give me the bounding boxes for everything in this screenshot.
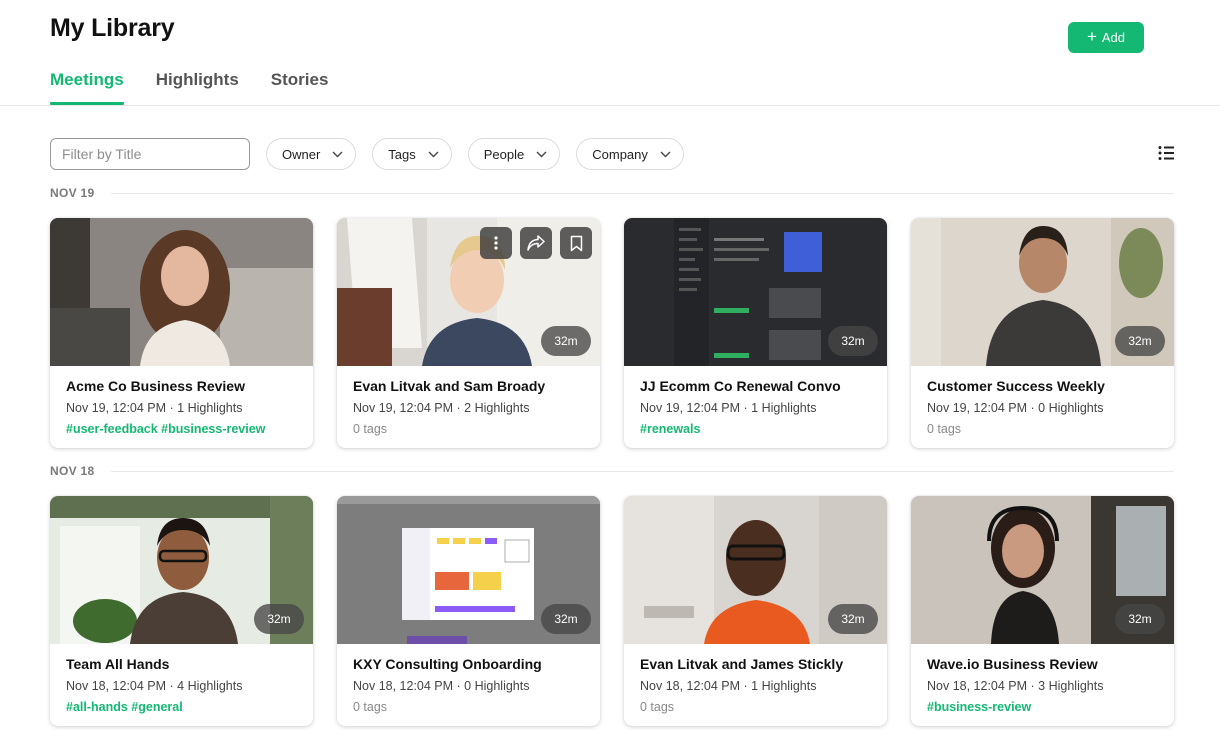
tab-meetings[interactable]: Meetings	[50, 70, 124, 105]
tags-dropdown[interactable]: Tags	[372, 138, 452, 170]
date-group-header: NOV 18	[50, 464, 1174, 478]
meeting-meta: Nov 19, 12:04 PM · 1 Highlights	[640, 401, 817, 415]
meeting-title: JJ Ecomm Co Renewal Convo	[640, 378, 841, 394]
plus-icon: +	[1086, 27, 1097, 46]
meeting-thumbnail: 32m	[911, 218, 1174, 366]
meeting-card[interactable]: 32m JJ Ecomm Co Renewal Convo Nov 19, 12…	[624, 218, 887, 448]
meeting-title: Evan Litvak and James Stickly	[640, 656, 844, 672]
page-title: My Library	[50, 14, 175, 42]
date-group-label: NOV 19	[50, 186, 95, 200]
meeting-tags: 0 tags	[353, 700, 388, 714]
meeting-title: Evan Litvak and Sam Broady	[353, 378, 546, 394]
add-button-label: Add	[1101, 30, 1126, 45]
date-group-header: NOV 19	[50, 186, 1174, 200]
meeting-title: Acme Co Business Review	[66, 378, 245, 394]
meeting-thumbnail: 32m	[337, 496, 600, 644]
people-dropdown-label: People	[483, 146, 525, 162]
meeting-meta: Nov 18, 12:04 PM · 4 Highlights	[66, 679, 243, 693]
list-view-icon[interactable]	[1158, 145, 1174, 161]
add-button[interactable]: + Add	[1068, 22, 1144, 53]
duration-badge: 32m	[541, 604, 591, 634]
people-dropdown[interactable]: People	[467, 138, 561, 170]
owner-dropdown[interactable]: Owner	[266, 138, 357, 170]
meeting-tags: 0 tags	[640, 700, 675, 714]
meeting-thumbnail: 32m	[624, 496, 887, 644]
tab-stories[interactable]: Stories	[271, 70, 329, 102]
meeting-thumbnail: 32m	[911, 496, 1174, 644]
date-group-label: NOV 18	[50, 464, 95, 478]
meeting-title: Team All Hands	[66, 656, 170, 672]
duration-badge: 32m	[828, 326, 878, 356]
meeting-tags[interactable]: #user-feedback #business-review	[66, 422, 297, 436]
share-button[interactable]	[520, 227, 552, 259]
filter-bar: Owner Tags People Company	[50, 138, 1174, 170]
meeting-card[interactable]: 32m Evan Litvak and James Stickly Nov 18…	[624, 496, 887, 726]
meeting-thumbnail: 32m	[337, 218, 600, 366]
meeting-meta: Nov 18, 12:04 PM · 1 Highlights	[640, 679, 817, 693]
more-vertical-icon	[494, 236, 498, 250]
duration-badge: 32m	[1115, 326, 1165, 356]
more-options-button[interactable]	[480, 227, 512, 259]
meeting-title: Customer Success Weekly	[927, 378, 1105, 394]
library-tabs: Meetings Highlights Stories	[50, 70, 329, 105]
meeting-meta: Nov 18, 12:04 PM · 0 Highlights	[353, 679, 530, 693]
meeting-meta: Nov 19, 12:04 PM · 2 Highlights	[353, 401, 530, 415]
meeting-card[interactable]: 32m Customer Success Weekly Nov 19, 12:0…	[911, 218, 1174, 448]
meeting-card[interactable]: 32m Evan Litvak and Sam Broady Nov 19, 1…	[337, 218, 600, 448]
tab-highlights[interactable]: Highlights	[156, 70, 239, 102]
company-dropdown-label: Company	[592, 146, 648, 162]
meeting-meta: Nov 18, 12:04 PM · 3 Highlights	[927, 679, 1104, 693]
meeting-title: Wave.io Business Review	[927, 656, 1098, 672]
share-icon	[527, 235, 545, 251]
filter-by-title-input[interactable]	[50, 138, 250, 170]
meeting-card[interactable]: 32m Team All Hands Nov 18, 12:04 PM · 4 …	[50, 496, 313, 726]
duration-badge: 32m	[828, 604, 878, 634]
company-dropdown[interactable]: Company	[576, 138, 684, 170]
meeting-tags: 0 tags	[927, 422, 962, 436]
chevron-down-icon	[332, 151, 343, 157]
owner-dropdown-label: Owner	[282, 146, 321, 162]
divider	[110, 470, 1174, 472]
chevron-down-icon	[536, 151, 547, 157]
divider	[110, 192, 1174, 194]
meeting-tags[interactable]: #all-hands #general	[66, 700, 297, 714]
meeting-thumbnail: 32m	[50, 496, 313, 644]
meeting-thumbnail	[50, 218, 313, 366]
meeting-card[interactable]: 32m KXY Consulting Onboarding Nov 18, 12…	[337, 496, 600, 726]
meeting-meta: Nov 19, 12:04 PM · 0 Highlights	[927, 401, 1104, 415]
page-header: My Library + Add Meetings Highlights Sto…	[0, 0, 1220, 106]
meeting-title: KXY Consulting Onboarding	[353, 656, 542, 672]
card-actions	[480, 227, 592, 259]
meeting-meta: Nov 19, 12:04 PM · 1 Highlights	[66, 401, 243, 415]
bookmark-button[interactable]	[560, 227, 592, 259]
chevron-down-icon	[660, 151, 671, 157]
duration-badge: 32m	[1115, 604, 1165, 634]
meeting-tags[interactable]: #renewals	[640, 422, 871, 436]
tags-dropdown-label: Tags	[388, 146, 416, 162]
meeting-card[interactable]: Acme Co Business Review Nov 19, 12:04 PM…	[50, 218, 313, 448]
duration-badge: 32m	[541, 326, 591, 356]
duration-badge: 32m	[254, 604, 304, 634]
chevron-down-icon	[428, 151, 439, 157]
meeting-card[interactable]: 32m Wave.io Business Review Nov 18, 12:0…	[911, 496, 1174, 726]
meeting-tags[interactable]: #business-review	[927, 700, 1158, 714]
meeting-grid: Acme Co Business Review Nov 19, 12:04 PM…	[50, 218, 1174, 448]
meeting-tags: 0 tags	[353, 422, 388, 436]
meeting-grid: 32m Team All Hands Nov 18, 12:04 PM · 4 …	[50, 496, 1174, 726]
meeting-thumbnail: 32m	[624, 218, 887, 366]
bookmark-icon	[570, 235, 582, 251]
